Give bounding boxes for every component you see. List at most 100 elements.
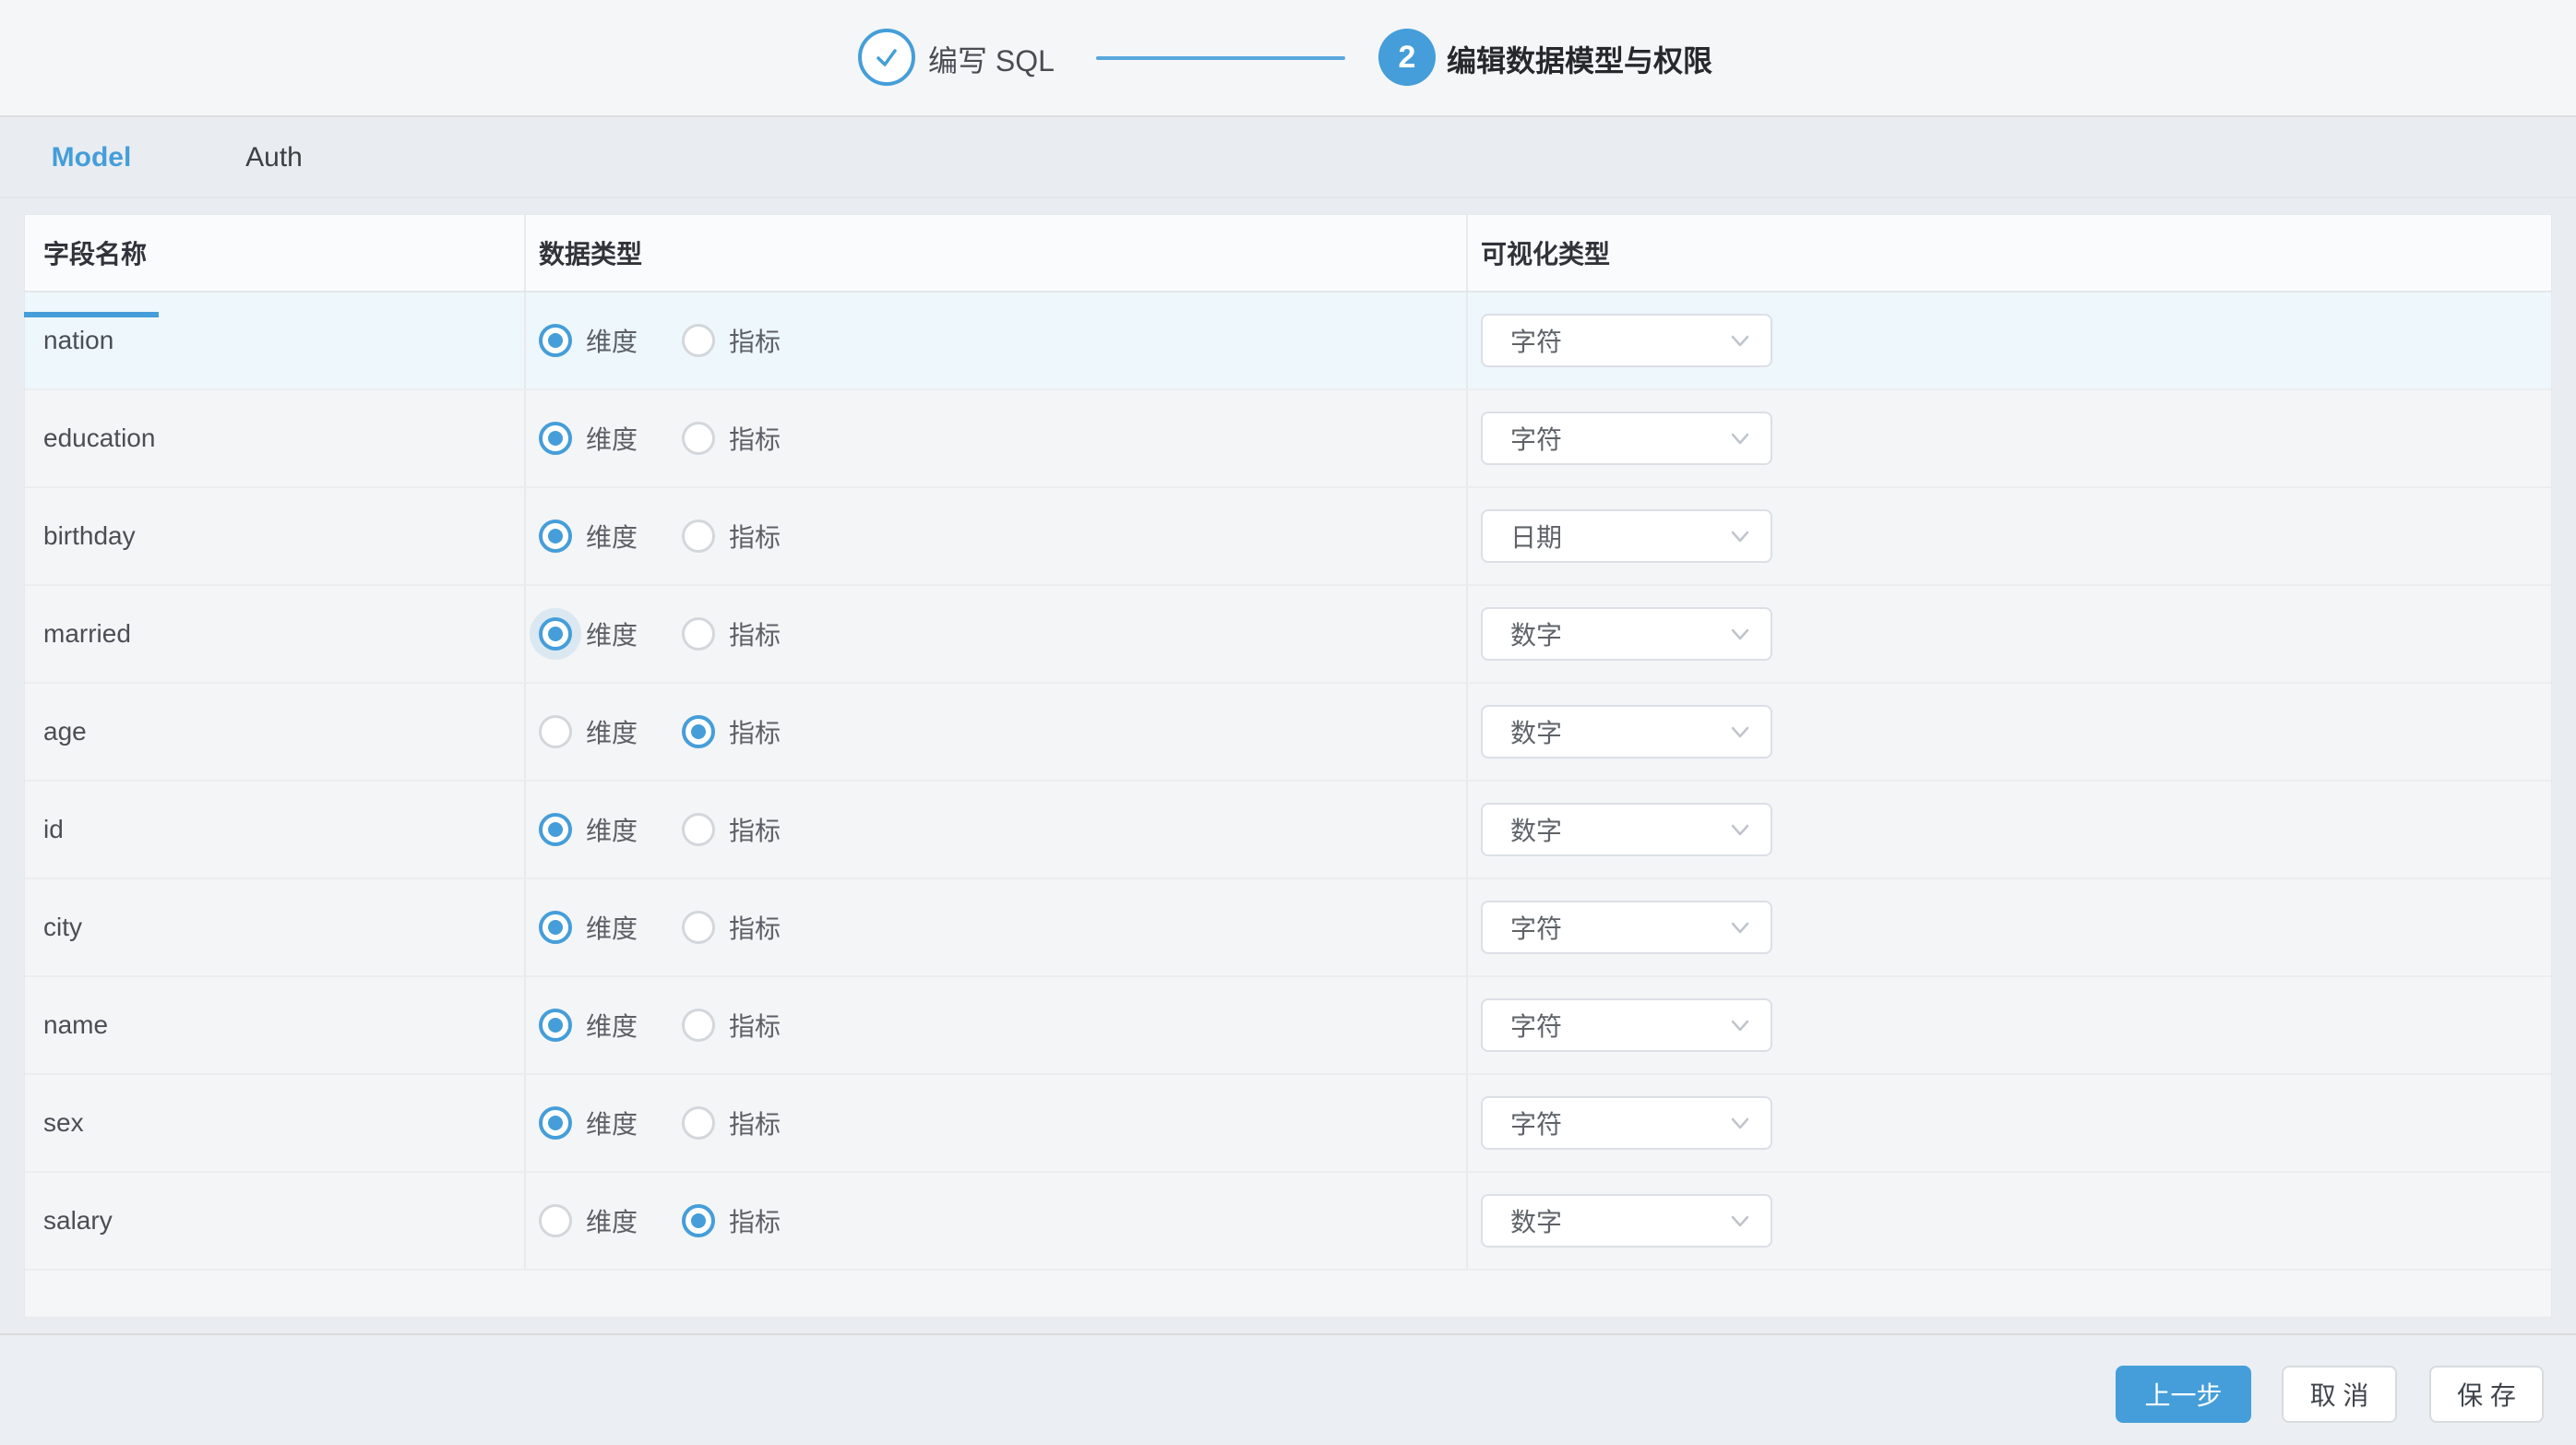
viz-type-select[interactable]: 字符 bbox=[1481, 1096, 1772, 1150]
dimension-radio-label: 维度 bbox=[586, 518, 638, 555]
viz-type-select[interactable]: 数字 bbox=[1481, 803, 1772, 856]
metric-radio-button[interactable] bbox=[682, 617, 715, 651]
viz-type-select[interactable]: 数字 bbox=[1481, 607, 1772, 661]
cancel-button[interactable]: 取 消 bbox=[2282, 1366, 2397, 1423]
viz-type-select[interactable]: 字符 bbox=[1481, 998, 1772, 1052]
metric-radio-option[interactable]: 指标 bbox=[682, 322, 781, 359]
metric-radio-label: 指标 bbox=[729, 909, 781, 946]
table-row: education 维度 指标 字符 bbox=[25, 390, 2551, 488]
viz-type-select[interactable]: 字符 bbox=[1481, 412, 1772, 465]
dimension-radio-option[interactable]: 维度 bbox=[539, 615, 638, 652]
stepper-bar: 编写 SQL 2 编辑数据模型与权限 bbox=[0, 0, 2576, 117]
dimension-radio-label: 维度 bbox=[586, 322, 638, 359]
dimension-radio-option[interactable]: 维度 bbox=[539, 811, 638, 848]
metric-radio-label: 指标 bbox=[729, 713, 781, 750]
previous-step-button[interactable]: 上一步 bbox=[2116, 1366, 2251, 1423]
metric-radio-option[interactable]: 指标 bbox=[682, 713, 781, 750]
field-name: city bbox=[43, 913, 82, 942]
viz-type-select[interactable]: 数字 bbox=[1481, 1194, 1772, 1248]
data-type-radio-group: 维度 指标 bbox=[539, 518, 825, 555]
table-row: nation 维度 指标 字符 bbox=[25, 293, 2551, 390]
edit-data-model-page: 编写 SQL 2 编辑数据模型与权限 Model Auth 字段名称 数据类型 … bbox=[0, 0, 2576, 1445]
dimension-radio-option[interactable]: 维度 bbox=[539, 420, 638, 457]
metric-radio-option[interactable]: 指标 bbox=[682, 420, 781, 457]
metric-radio-option[interactable]: 指标 bbox=[682, 615, 781, 652]
metric-radio-button[interactable] bbox=[682, 519, 715, 553]
data-type-radio-group: 维度 指标 bbox=[539, 713, 825, 750]
data-type-radio-group: 维度 指标 bbox=[539, 1202, 825, 1239]
save-button[interactable]: 保 存 bbox=[2429, 1366, 2544, 1423]
metric-radio-option[interactable]: 指标 bbox=[682, 1007, 781, 1044]
viz-type-select[interactable]: 字符 bbox=[1481, 314, 1772, 367]
data-type-radio-group: 维度 指标 bbox=[539, 420, 825, 457]
metric-radio-button[interactable] bbox=[682, 813, 715, 846]
chevron-down-icon bbox=[1728, 426, 1752, 450]
metric-radio-button[interactable] bbox=[682, 324, 715, 357]
dimension-radio-label: 维度 bbox=[586, 713, 638, 750]
data-type-radio-group: 维度 指标 bbox=[539, 909, 825, 946]
field-name: birthday bbox=[43, 521, 136, 551]
table-row: salary 维度 指标 数字 bbox=[25, 1173, 2551, 1271]
metric-radio-button[interactable] bbox=[682, 422, 715, 455]
dimension-radio-button[interactable] bbox=[539, 813, 572, 846]
metric-radio-button[interactable] bbox=[682, 1204, 715, 1237]
metric-radio-option[interactable]: 指标 bbox=[682, 1202, 781, 1239]
dimension-radio-button[interactable] bbox=[539, 422, 572, 455]
dimension-radio-button[interactable] bbox=[539, 1204, 572, 1237]
table-body: nation 维度 指标 字符 bbox=[25, 293, 2551, 1271]
dimension-radio-option[interactable]: 维度 bbox=[539, 1105, 638, 1141]
table-row: age 维度 指标 数字 bbox=[25, 684, 2551, 782]
footer-action-bar: 上一步 取 消 保 存 bbox=[0, 1333, 2576, 1445]
dimension-radio-option[interactable]: 维度 bbox=[539, 518, 638, 555]
dimension-radio-option[interactable]: 维度 bbox=[539, 909, 638, 946]
dimension-radio-button[interactable] bbox=[539, 324, 572, 357]
metric-radio-label: 指标 bbox=[729, 1105, 781, 1141]
metric-radio-option[interactable]: 指标 bbox=[682, 909, 781, 946]
metric-radio-option[interactable]: 指标 bbox=[682, 811, 781, 848]
tab-auth[interactable]: Auth bbox=[159, 119, 389, 197]
metric-radio-button[interactable] bbox=[682, 715, 715, 748]
dimension-radio-option[interactable]: 维度 bbox=[539, 1007, 638, 1044]
step-1-indicator bbox=[858, 29, 915, 86]
dimension-radio-label: 维度 bbox=[586, 1105, 638, 1141]
viz-type-select[interactable]: 字符 bbox=[1481, 901, 1772, 954]
column-header-viz-type: 可视化类型 bbox=[1468, 215, 2551, 291]
metric-radio-button[interactable] bbox=[682, 911, 715, 944]
field-name: id bbox=[43, 815, 64, 844]
dimension-radio-button[interactable] bbox=[539, 519, 572, 553]
dimension-radio-option[interactable]: 维度 bbox=[539, 713, 638, 750]
viz-type-selected-value: 数字 bbox=[1483, 713, 1562, 750]
metric-radio-label: 指标 bbox=[729, 322, 781, 359]
dimension-radio-button[interactable] bbox=[539, 911, 572, 944]
chevron-down-icon bbox=[1728, 1209, 1752, 1233]
metric-radio-button[interactable] bbox=[682, 1009, 715, 1042]
metric-radio-button[interactable] bbox=[682, 1106, 715, 1140]
stepper-connector-line bbox=[1096, 56, 1345, 60]
dimension-radio-button[interactable] bbox=[539, 1106, 572, 1140]
viz-type-selected-value: 字符 bbox=[1483, 1105, 1562, 1141]
chevron-down-icon bbox=[1728, 720, 1752, 744]
dimension-radio-button[interactable] bbox=[539, 715, 572, 748]
check-icon bbox=[873, 43, 900, 71]
tab-model[interactable]: Model bbox=[24, 119, 159, 197]
table-row: id 维度 指标 数字 bbox=[25, 782, 2551, 879]
dimension-radio-option[interactable]: 维度 bbox=[539, 1202, 638, 1239]
dimension-radio-button[interactable] bbox=[539, 1009, 572, 1042]
metric-radio-label: 指标 bbox=[729, 1202, 781, 1239]
metric-radio-option[interactable]: 指标 bbox=[682, 1105, 781, 1141]
viz-type-selected-value: 字符 bbox=[1483, 420, 1562, 457]
viz-type-selected-value: 数字 bbox=[1483, 1202, 1562, 1239]
chevron-down-icon bbox=[1728, 328, 1752, 352]
field-model-table: 字段名称 数据类型 可视化类型 nation 维度 指标 字符 bbox=[24, 214, 2552, 1318]
data-type-radio-group: 维度 指标 bbox=[539, 811, 825, 848]
dimension-radio-option[interactable]: 维度 bbox=[539, 322, 638, 359]
viz-type-select[interactable]: 数字 bbox=[1481, 705, 1772, 758]
data-type-radio-group: 维度 指标 bbox=[539, 322, 825, 359]
dimension-radio-label: 维度 bbox=[586, 1202, 638, 1239]
chevron-down-icon bbox=[1728, 818, 1752, 842]
metric-radio-option[interactable]: 指标 bbox=[682, 518, 781, 555]
viz-type-select[interactable]: 日期 bbox=[1481, 509, 1772, 563]
table-header-row: 字段名称 数据类型 可视化类型 bbox=[25, 215, 2551, 293]
table-row: birthday 维度 指标 日期 bbox=[25, 488, 2551, 586]
dimension-radio-button[interactable] bbox=[539, 617, 572, 651]
